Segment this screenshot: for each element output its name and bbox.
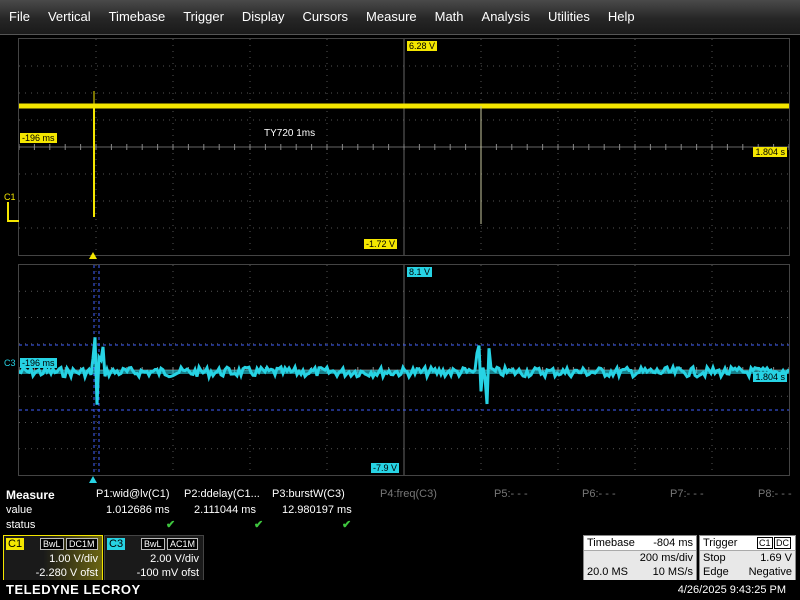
brand-logo: TELEDYNE LECROY <box>6 582 141 597</box>
grid-c3[interactable]: 8.1 V -196 ms 1.804 s -7.9 V <box>18 264 790 476</box>
measure-param-name: P1:wid@lv(C1) <box>96 488 170 500</box>
c1-descriptor[interactable]: C1 BwL DC1M 1.00 V/div -2.280 V ofst <box>3 535 103 581</box>
c3-channel-marker[interactable]: C3 <box>4 358 16 368</box>
trigger-coupling-badge: DC <box>774 537 791 549</box>
c3-coupling-badge: AC1M <box>167 538 199 550</box>
grid-c1[interactable]: 6.28 V -196 ms 1.804 s -1.72 V TY720 1ms <box>18 38 790 256</box>
c3-descriptor[interactable]: C3 BwL AC1M 2.00 V/div -100 mV ofst <box>104 535 204 581</box>
menu-measure[interactable]: Measure <box>357 9 426 24</box>
menu-utilities[interactable]: Utilities <box>539 9 599 24</box>
trigger-label: Trigger <box>703 537 738 549</box>
grid1-left-time-label: -196 ms <box>20 133 57 143</box>
trigger-position-marker[interactable] <box>89 252 97 259</box>
measure-param-name: P3:burstW(C3) <box>272 488 345 500</box>
measure-param-name: P5:- - - <box>494 488 528 500</box>
c1-offset: -2.280 V ofst <box>35 567 98 579</box>
grid2-bottom-voltage-label: -7.9 V <box>371 463 400 473</box>
trigger-descriptor[interactable]: Trigger C1 DC Stop 1.69 V Edge Negative <box>699 535 796 581</box>
measure-status-check-icon: ✔ <box>254 519 264 531</box>
c3-descriptor-tag: C3 <box>107 538 126 550</box>
c1-ground-marker[interactable] <box>7 202 19 222</box>
c3-offset: -100 mV ofst <box>136 567 199 579</box>
grid2-top-voltage-label: 8.1 V <box>407 267 433 277</box>
grid1-annotation: TY720 1ms <box>264 128 316 139</box>
measure-param-name: P7:- - - <box>670 488 704 500</box>
timestamp: 4/26/2025 9:43:25 PM <box>677 584 786 596</box>
measure-status-row-label: status <box>6 519 36 531</box>
trigger-position-marker-c3[interactable] <box>89 476 97 483</box>
c3-vdiv: 2.00 V/div <box>150 553 199 565</box>
menu-vertical[interactable]: Vertical <box>39 9 100 24</box>
descriptor-bar: C1 BwL DC1M 1.00 V/div -2.280 V ofst C3 … <box>0 535 800 581</box>
menu-bar: File Vertical Timebase Trigger Display Cursor… <box>0 0 800 35</box>
measure-status-check-icon: ✔ <box>342 519 352 531</box>
menu-timebase[interactable]: Timebase <box>100 9 175 24</box>
measure-param-value: 1.012686 ms <box>106 504 170 516</box>
menu-file[interactable]: File <box>0 9 39 24</box>
c1-bandwidth-badge: BwL <box>40 538 64 550</box>
measure-value-row-label: value <box>6 504 33 516</box>
menu-help[interactable]: Help <box>599 9 644 24</box>
timebase-descriptor[interactable]: Timebase -804 ms 200 ms/div 20.0 MS 10 M… <box>583 535 697 581</box>
measure-param-name: P6:- - - <box>582 488 616 500</box>
trigger-mode: Stop <box>703 552 726 564</box>
menu-trigger[interactable]: Trigger <box>174 9 233 24</box>
timebase-label: Timebase <box>587 537 635 549</box>
status-footer: TELEDYNE LECROY 4/26/2025 9:43:25 PM <box>0 580 800 600</box>
grid2-right-time-label: 1.804 s <box>753 372 787 382</box>
grid1-right-time-label: 1.804 s <box>753 147 787 157</box>
c1-channel-marker[interactable]: C1 <box>4 192 16 202</box>
menu-cursors[interactable]: Cursors <box>294 9 358 24</box>
c1-coupling-badge: DC1M <box>66 538 98 550</box>
trigger-source-badge: C1 <box>757 537 773 549</box>
timebase-tdiv: 200 ms/div <box>639 552 693 564</box>
menu-items: File Vertical Timebase Trigger Display Cursor… <box>0 9 644 24</box>
menu-analysis[interactable]: Analysis <box>473 9 539 24</box>
menu-math[interactable]: Math <box>426 9 473 24</box>
measure-param-name: P4:freq(C3) <box>380 488 437 500</box>
measure-status-check-icon: ✔ <box>166 519 176 531</box>
timebase-delay: -804 ms <box>653 537 693 549</box>
measure-param-name: P8:- - - <box>758 488 792 500</box>
timebase-samples: 20.0 MS <box>587 566 628 578</box>
grid1-bottom-voltage-label: -1.72 V <box>364 239 398 249</box>
grid1-top-voltage-label: 6.28 V <box>407 41 438 51</box>
grid-c3-graticule <box>19 265 789 475</box>
timebase-rate: 10 MS/s <box>652 566 693 578</box>
trigger-slope: Negative <box>748 566 792 578</box>
trigger-level: 1.69 V <box>760 552 792 564</box>
measure-param-value: 12.980197 ms <box>282 504 352 516</box>
measure-param-value: 2.111044 ms <box>194 504 256 516</box>
grid2-left-time-label: -196 ms <box>20 358 57 368</box>
c1-descriptor-tag: C1 <box>6 538 25 550</box>
c1-vdiv: 1.00 V/div <box>49 553 98 565</box>
c3-bandwidth-badge: BwL <box>141 538 165 550</box>
measure-param-name: P2:ddelay(C1... <box>184 488 260 500</box>
measure-title: Measure <box>6 488 55 502</box>
measure-panel: Measure value status P1:wid@lv(C1) 1.0126… <box>0 487 800 535</box>
trigger-type: Edge <box>703 566 729 578</box>
grid-c1-graticule <box>19 39 789 255</box>
menu-display[interactable]: Display <box>233 9 294 24</box>
